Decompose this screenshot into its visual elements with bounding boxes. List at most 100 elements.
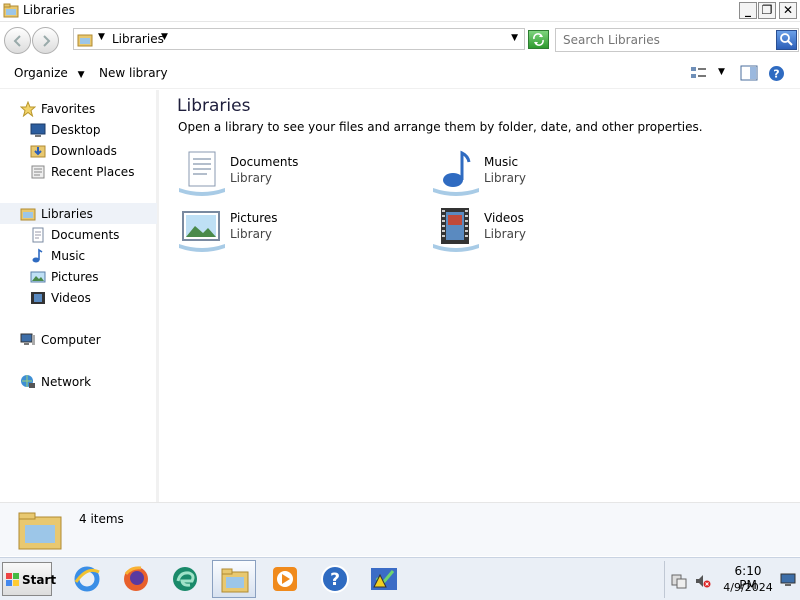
nav-libraries-label: Libraries — [41, 206, 93, 221]
recent-places-icon — [31, 165, 45, 178]
clock-date[interactable]: 4/9/2024 — [719, 581, 777, 594]
music-icon — [32, 248, 43, 262]
change-view-icon[interactable] — [690, 65, 708, 81]
breadcrumb-libraries[interactable]: Libraries — [112, 32, 164, 46]
nav-favorites[interactable]: Favorites — [20, 98, 95, 119]
taskbar-file-explorer[interactable] — [212, 560, 256, 598]
documents-library-icon — [179, 151, 225, 196]
windows-flag-icon — [6, 573, 19, 586]
chevron-down-icon: ▼ — [77, 70, 85, 80]
documents-icon — [32, 227, 44, 242]
nav-recent-places-label: Recent Places — [51, 164, 135, 179]
search-input[interactable] — [558, 31, 772, 49]
libraries-folder-icon — [3, 3, 19, 18]
breadcrumb-libraries-arrow-icon[interactable]: ▼ — [161, 32, 168, 42]
nav-videos[interactable]: Videos — [30, 287, 91, 308]
library-name-music: Music — [484, 155, 519, 169]
maximize-button[interactable]: ❐ — [758, 2, 776, 19]
window-title: Libraries — [23, 3, 75, 17]
libraries-folder-icon — [20, 208, 36, 220]
nav-music[interactable]: Music — [30, 245, 85, 266]
navigation-pane: Favorites Desktop Downloads Recent Place… — [0, 90, 159, 502]
taskbar-action-center[interactable] — [362, 560, 406, 598]
star-icon — [20, 100, 36, 117]
help-icon: ? — [321, 565, 349, 593]
library-name-documents: Documents — [230, 155, 299, 169]
library-tile-pictures[interactable]: Pictures Library — [177, 206, 397, 256]
refresh-button[interactable] — [528, 30, 549, 49]
forward-arrow-icon — [43, 35, 51, 47]
start-label: Start — [22, 573, 57, 587]
page-subtitle: Open a library to see your files and arr… — [178, 120, 703, 134]
nav-network[interactable]: Network — [20, 371, 91, 392]
forward-button[interactable] — [32, 27, 59, 54]
libraries-folder-icon — [77, 34, 93, 47]
address-box[interactable]: ▼ Libraries ▼ ▼ — [73, 28, 525, 50]
nav-desktop-label: Desktop — [51, 122, 101, 137]
nav-computer[interactable]: Computer — [20, 329, 101, 350]
volume-muted-icon[interactable] — [695, 573, 711, 589]
library-tile-documents[interactable]: Documents Library — [177, 150, 397, 200]
search-box[interactable] — [555, 28, 799, 52]
nav-documents[interactable]: Documents — [30, 224, 119, 245]
nav-libraries[interactable]: Libraries — [0, 203, 157, 224]
nav-desktop[interactable]: Desktop — [30, 119, 101, 140]
help-icon[interactable]: ? — [768, 65, 785, 82]
nav-pictures-label: Pictures — [51, 269, 99, 284]
organize-label: Organize — [14, 66, 68, 80]
nav-network-label: Network — [41, 374, 92, 389]
back-arrow-icon — [13, 35, 21, 47]
taskbar: Start ? 6:10 PM 4/9/2024 — [0, 557, 800, 600]
network-icon — [21, 374, 35, 388]
taskbar-internet-explorer[interactable] — [65, 560, 109, 598]
nav-recent-places[interactable]: Recent Places — [30, 161, 134, 182]
back-button[interactable] — [4, 27, 31, 54]
library-type-documents: Library — [230, 171, 272, 185]
nav-videos-label: Videos — [51, 290, 91, 305]
desktop-icon — [30, 123, 46, 137]
videos-icon — [31, 291, 45, 304]
svg-text:?: ? — [773, 68, 779, 81]
content-pane: Libraries Open a library to see your fil… — [162, 90, 800, 502]
page-title: Libraries — [177, 96, 251, 116]
preview-pane-icon[interactable] — [740, 65, 758, 81]
organize-button[interactable]: Organize ▼ — [14, 66, 85, 80]
internet-explorer-icon — [74, 566, 100, 592]
network-status-icon[interactable] — [671, 573, 687, 589]
new-library-button[interactable]: New library — [99, 66, 168, 80]
start-button[interactable]: Start — [2, 562, 56, 596]
view-options-dropdown-icon[interactable]: ▼ — [718, 67, 725, 77]
search-icon — [780, 33, 793, 46]
media-player-icon — [273, 567, 297, 591]
music-library-icon — [433, 150, 479, 196]
breadcrumb-root-arrow-icon[interactable]: ▼ — [98, 32, 105, 42]
library-type-videos: Library — [484, 227, 526, 241]
edge-icon — [173, 567, 197, 591]
library-name-pictures: Pictures — [230, 211, 278, 225]
downloads-folder-icon — [30, 145, 46, 157]
taskbar-help[interactable]: ? — [313, 560, 357, 598]
minimize-button[interactable]: _ — [739, 2, 757, 19]
computer-icon — [20, 333, 35, 345]
nav-documents-label: Documents — [51, 227, 120, 242]
search-button[interactable] — [776, 30, 797, 50]
nav-favorites-label: Favorites — [41, 101, 96, 116]
pictures-icon — [30, 271, 46, 282]
refresh-icon — [533, 33, 544, 46]
nav-downloads[interactable]: Downloads — [30, 140, 117, 161]
library-tile-music[interactable]: Music Library — [431, 150, 651, 200]
taskbar-firefox[interactable] — [114, 560, 158, 598]
command-bar: Organize ▼ New library ▼ ? — [0, 57, 800, 89]
address-history-dropdown-icon[interactable]: ▼ — [511, 33, 518, 43]
nav-pictures[interactable]: Pictures — [30, 266, 99, 287]
address-bar-row: ▼ Libraries ▼ ▼ — [0, 22, 800, 57]
videos-library-icon — [433, 208, 479, 252]
file-explorer-icon — [221, 568, 249, 593]
details-pane: 4 items — [0, 502, 800, 556]
taskbar-edge[interactable] — [163, 560, 207, 598]
taskbar-media-player[interactable] — [263, 560, 307, 598]
libraries-folder-large-icon — [18, 512, 62, 550]
show-desktop-icon[interactable] — [780, 573, 796, 587]
library-tile-videos[interactable]: Videos Library — [431, 206, 651, 256]
close-button[interactable]: ✕ — [779, 2, 797, 19]
